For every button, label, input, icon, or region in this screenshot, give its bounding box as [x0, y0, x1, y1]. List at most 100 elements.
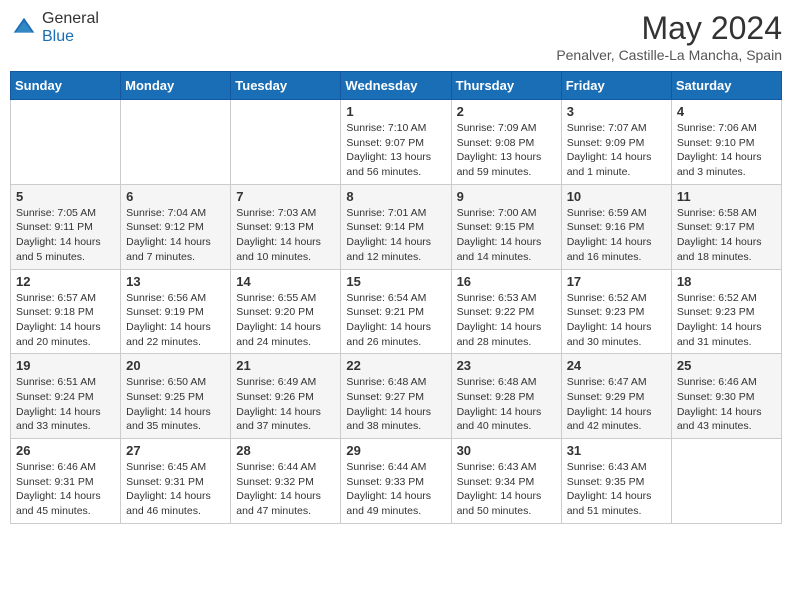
- day-info: Sunrise: 6:43 AMSunset: 9:34 PMDaylight:…: [457, 460, 556, 519]
- day-number: 27: [126, 443, 225, 458]
- day-cell: 30 Sunrise: 6:43 AMSunset: 9:34 PMDayligh…: [451, 439, 561, 524]
- day-info: Sunrise: 6:52 AMSunset: 9:23 PMDaylight:…: [567, 291, 666, 350]
- weekday-header-row: SundayMondayTuesdayWednesdayThursdayFrid…: [11, 72, 782, 100]
- day-info: Sunrise: 7:10 AMSunset: 9:07 PMDaylight:…: [346, 121, 445, 180]
- day-number: 4: [677, 104, 776, 119]
- day-number: 26: [16, 443, 115, 458]
- day-cell: 16Sunrise: 6:53 AMSunset: 9:22 PMDayligh…: [451, 269, 561, 354]
- day-cell: [121, 100, 231, 185]
- day-number: 19: [16, 358, 115, 373]
- day-cell: 18 Sunrise: 6:52 AMSunset: 9:23 PMDayligh…: [671, 269, 781, 354]
- day-info: Sunrise: 7:06 AMSunset: 9:10 PMDaylight:…: [677, 121, 776, 180]
- week-row-5: 26 Sunrise: 6:46 AMSunset: 9:31 PMDayligh…: [11, 439, 782, 524]
- weekday-header-thursday: Thursday: [451, 72, 561, 100]
- week-row-2: 5 Sunrise: 7:05 AMSunset: 9:11 PMDaylight…: [11, 184, 782, 269]
- logo-blue-text: Blue: [42, 28, 74, 45]
- day-cell: 5 Sunrise: 7:05 AMSunset: 9:11 PMDaylight…: [11, 184, 121, 269]
- weekday-header-tuesday: Tuesday: [231, 72, 341, 100]
- day-info: Sunrise: 7:04 AMSunset: 9:12 PMDaylight:…: [126, 206, 225, 265]
- day-cell: 1 Sunrise: 7:10 AMSunset: 9:07 PMDaylight…: [341, 100, 451, 185]
- day-number: 5: [16, 189, 115, 204]
- day-cell: 11 Sunrise: 6:58 AMSunset: 9:17 PMDayligh…: [671, 184, 781, 269]
- day-info: Sunrise: 6:52 AMSunset: 9:23 PMDaylight:…: [677, 291, 776, 350]
- day-cell: 14Sunrise: 6:55 AMSunset: 9:20 PMDayligh…: [231, 269, 341, 354]
- day-info: Sunrise: 6:59 AMSunset: 9:16 PMDaylight:…: [567, 206, 666, 265]
- day-cell: 31Sunrise: 6:43 AMSunset: 9:35 PMDayligh…: [561, 439, 671, 524]
- day-info: Sunrise: 6:47 AMSunset: 9:29 PMDaylight:…: [567, 375, 666, 434]
- location-title: Penalver, Castille-La Mancha, Spain: [556, 47, 782, 63]
- day-cell: [671, 439, 781, 524]
- day-cell: 10Sunrise: 6:59 AMSunset: 9:16 PMDayligh…: [561, 184, 671, 269]
- page-header: General Blue May 2024 Penalver, Castille…: [10, 10, 782, 63]
- day-number: 31: [567, 443, 666, 458]
- day-number: 30: [457, 443, 556, 458]
- day-number: 20: [126, 358, 225, 373]
- day-number: 11: [677, 189, 776, 204]
- title-area: May 2024 Penalver, Castille-La Mancha, S…: [556, 10, 782, 63]
- day-cell: 12Sunrise: 6:57 AMSunset: 9:18 PMDayligh…: [11, 269, 121, 354]
- weekday-header-sunday: Sunday: [11, 72, 121, 100]
- day-number: 15: [346, 274, 445, 289]
- day-cell: 26 Sunrise: 6:46 AMSunset: 9:31 PMDayligh…: [11, 439, 121, 524]
- day-number: 18: [677, 274, 776, 289]
- day-cell: 8 Sunrise: 7:01 AMSunset: 9:14 PMDaylight…: [341, 184, 451, 269]
- day-number: 13: [126, 274, 225, 289]
- weekday-header-monday: Monday: [121, 72, 231, 100]
- day-info: Sunrise: 6:55 AMSunset: 9:20 PMDaylight:…: [236, 291, 335, 350]
- day-info: Sunrise: 6:51 AMSunset: 9:24 PMDaylight:…: [16, 375, 115, 434]
- day-number: 1: [346, 104, 445, 119]
- day-cell: 23 Sunrise: 6:48 AMSunset: 9:28 PMDayligh…: [451, 354, 561, 439]
- day-info: Sunrise: 7:07 AMSunset: 9:09 PMDaylight:…: [567, 121, 666, 180]
- day-info: Sunrise: 6:58 AMSunset: 9:17 PMDaylight:…: [677, 206, 776, 265]
- day-cell: 20 Sunrise: 6:50 AMSunset: 9:25 PMDayligh…: [121, 354, 231, 439]
- day-number: 24: [567, 358, 666, 373]
- logo: General Blue: [10, 10, 99, 46]
- day-number: 6: [126, 189, 225, 204]
- week-row-3: 12Sunrise: 6:57 AMSunset: 9:18 PMDayligh…: [11, 269, 782, 354]
- day-info: Sunrise: 7:09 AMSunset: 9:08 PMDaylight:…: [457, 121, 556, 180]
- day-info: Sunrise: 6:48 AMSunset: 9:27 PMDaylight:…: [346, 375, 445, 434]
- logo-icon: [10, 14, 38, 42]
- day-cell: 13 Sunrise: 6:56 AMSunset: 9:19 PMDayligh…: [121, 269, 231, 354]
- day-cell: 3Sunrise: 7:07 AMSunset: 9:09 PMDaylight…: [561, 100, 671, 185]
- day-cell: 19 Sunrise: 6:51 AMSunset: 9:24 PMDayligh…: [11, 354, 121, 439]
- day-cell: 2 Sunrise: 7:09 AMSunset: 9:08 PMDaylight…: [451, 100, 561, 185]
- day-info: Sunrise: 6:54 AMSunset: 9:21 PMDaylight:…: [346, 291, 445, 350]
- day-cell: 28Sunrise: 6:44 AMSunset: 9:32 PMDayligh…: [231, 439, 341, 524]
- day-cell: 22 Sunrise: 6:48 AMSunset: 9:27 PMDayligh…: [341, 354, 451, 439]
- day-cell: [231, 100, 341, 185]
- day-number: 17: [567, 274, 666, 289]
- day-number: 23: [457, 358, 556, 373]
- day-info: Sunrise: 6:48 AMSunset: 9:28 PMDaylight:…: [457, 375, 556, 434]
- day-info: Sunrise: 6:56 AMSunset: 9:19 PMDaylight:…: [126, 291, 225, 350]
- day-cell: 27Sunrise: 6:45 AMSunset: 9:31 PMDayligh…: [121, 439, 231, 524]
- month-title: May 2024: [556, 10, 782, 47]
- weekday-header-saturday: Saturday: [671, 72, 781, 100]
- calendar-table: SundayMondayTuesdayWednesdayThursdayFrid…: [10, 71, 782, 524]
- day-number: 22: [346, 358, 445, 373]
- day-number: 25: [677, 358, 776, 373]
- day-info: Sunrise: 6:49 AMSunset: 9:26 PMDaylight:…: [236, 375, 335, 434]
- day-cell: [11, 100, 121, 185]
- day-number: 9: [457, 189, 556, 204]
- day-number: 16: [457, 274, 556, 289]
- day-number: 2: [457, 104, 556, 119]
- day-cell: 15 Sunrise: 6:54 AMSunset: 9:21 PMDayligh…: [341, 269, 451, 354]
- day-info: Sunrise: 6:44 AMSunset: 9:33 PMDaylight:…: [346, 460, 445, 519]
- day-cell: 21Sunrise: 6:49 AMSunset: 9:26 PMDayligh…: [231, 354, 341, 439]
- day-number: 8: [346, 189, 445, 204]
- day-info: Sunrise: 7:05 AMSunset: 9:11 PMDaylight:…: [16, 206, 115, 265]
- logo-general-text: General: [42, 10, 99, 27]
- day-cell: 24 Sunrise: 6:47 AMSunset: 9:29 PMDayligh…: [561, 354, 671, 439]
- weekday-header-friday: Friday: [561, 72, 671, 100]
- day-info: Sunrise: 6:50 AMSunset: 9:25 PMDaylight:…: [126, 375, 225, 434]
- day-info: Sunrise: 7:01 AMSunset: 9:14 PMDaylight:…: [346, 206, 445, 265]
- week-row-1: 1 Sunrise: 7:10 AMSunset: 9:07 PMDaylight…: [11, 100, 782, 185]
- day-info: Sunrise: 6:46 AMSunset: 9:30 PMDaylight:…: [677, 375, 776, 434]
- day-cell: 7Sunrise: 7:03 AMSunset: 9:13 PMDaylight…: [231, 184, 341, 269]
- day-info: Sunrise: 6:57 AMSunset: 9:18 PMDaylight:…: [16, 291, 115, 350]
- day-number: 7: [236, 189, 335, 204]
- day-cell: 6 Sunrise: 7:04 AMSunset: 9:12 PMDaylight…: [121, 184, 231, 269]
- day-cell: 4 Sunrise: 7:06 AMSunset: 9:10 PMDaylight…: [671, 100, 781, 185]
- day-info: Sunrise: 6:46 AMSunset: 9:31 PMDaylight:…: [16, 460, 115, 519]
